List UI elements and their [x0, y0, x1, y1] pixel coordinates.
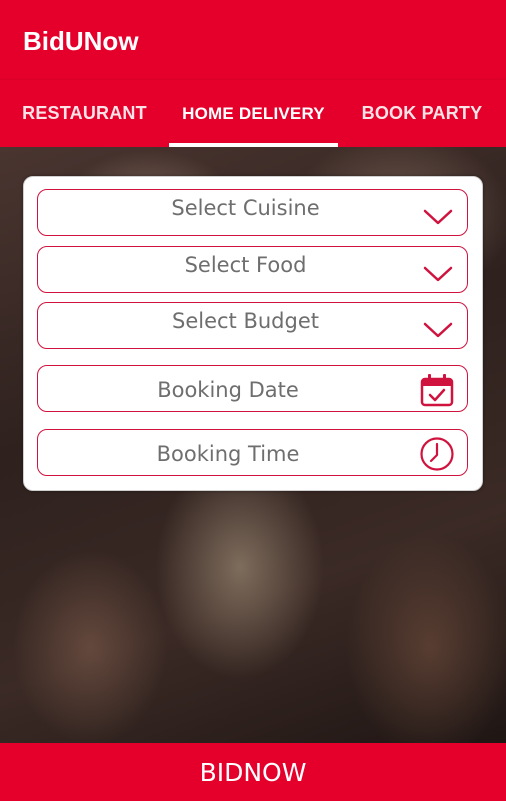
bidnow-button[interactable]: BIDNOW [0, 743, 506, 801]
chevron-down-icon [423, 266, 453, 282]
booking-time-field[interactable]: Booking Time [37, 429, 468, 476]
tab-home-delivery[interactable]: HOME DELIVERY [169, 80, 338, 147]
booking-date-placeholder: Booking Date [157, 378, 299, 402]
booking-time-placeholder: Booking Time [156, 442, 300, 466]
calendar-check-icon[interactable] [419, 372, 455, 408]
tab-book-party[interactable]: BOOK PARTY [338, 80, 506, 147]
chevron-down-icon [423, 322, 453, 338]
cuisine-select-label: Select Cuisine [171, 196, 320, 220]
app-title: BidUNow [23, 26, 139, 56]
tab-restaurant[interactable]: RESTAURANT [0, 80, 169, 147]
clock-icon[interactable] [419, 436, 455, 472]
booking-date-field[interactable]: Booking Date [37, 365, 468, 412]
food-select-label: Select Food [184, 253, 307, 277]
food-select[interactable]: Select Food [37, 246, 468, 293]
tab-bar: RESTAURANT HOME DELIVERY BOOK PARTY [0, 80, 506, 147]
budget-select-label: Select Budget [172, 309, 319, 333]
budget-select[interactable]: Select Budget [37, 302, 468, 349]
cuisine-select[interactable]: Select Cuisine [37, 189, 468, 236]
chevron-down-icon [423, 209, 453, 225]
app-bar: BidUNow [0, 0, 506, 80]
